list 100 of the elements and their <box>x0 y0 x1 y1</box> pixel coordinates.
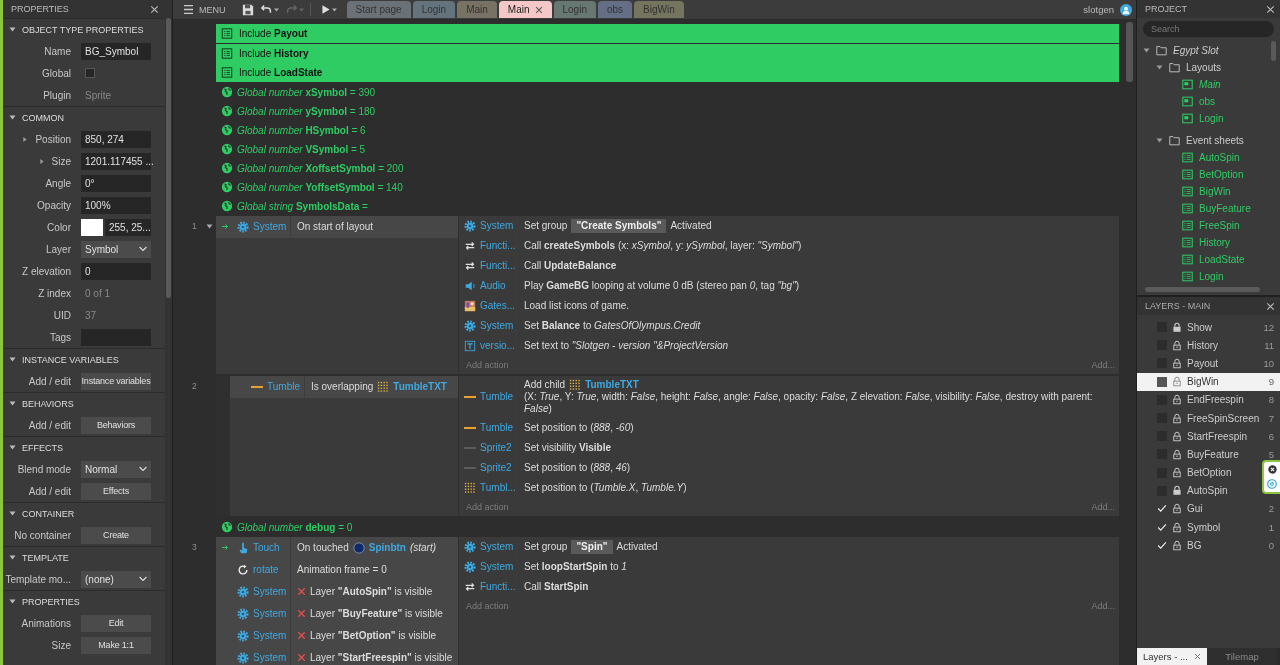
tree-item[interactable]: obs <box>1137 93 1280 110</box>
layer-row[interactable]: FreeSpinScreen 7 <box>1137 408 1280 428</box>
action-row[interactable]: Functi... Call StartSpin <box>459 576 1119 597</box>
condition-row[interactable]: Touch On touched Spinbtn (start) <box>216 536 458 559</box>
quick-menu[interactable] <box>1262 460 1280 494</box>
expand-triangle-icon[interactable] <box>9 554 16 561</box>
expand-triangle-icon[interactable] <box>9 598 16 605</box>
save-icon[interactable] <box>241 3 254 16</box>
text-field[interactable]: 0 <box>81 262 151 280</box>
close-icon[interactable] <box>1266 301 1275 311</box>
open-lock-icon[interactable] <box>1172 394 1182 406</box>
layer-row[interactable]: BG 0 <box>1137 536 1280 555</box>
tree-item[interactable]: Main <box>1137 76 1280 93</box>
scrollbar[interactable] <box>1145 287 1260 292</box>
expand-triangle-icon[interactable] <box>1143 47 1150 54</box>
include-row[interactable]: Include History <box>216 43 1119 63</box>
action-row[interactable]: versio... Set text to "Slotgen - version "&ProjectVersion <box>459 335 1119 356</box>
checkbox[interactable] <box>1157 503 1167 514</box>
expand-triangle-icon[interactable] <box>1156 137 1163 144</box>
text-field[interactable]: 0° <box>81 174 151 192</box>
expand-triangle-icon[interactable] <box>206 222 213 230</box>
scrollbar[interactable] <box>1126 22 1133 82</box>
panel-tab[interactable]: Layers - ... <box>1137 648 1207 665</box>
include-row[interactable]: Include LoadState <box>216 63 1119 82</box>
property-button[interactable]: Instance variables <box>81 372 151 390</box>
action-row[interactable]: Functi... Call createSymbols (x: xSymbol, y: ySymbol, layer: "Symbol") <box>459 235 1119 256</box>
property-button[interactable]: Create <box>81 526 151 544</box>
text-field[interactable]: 850, 274 <box>81 130 151 148</box>
undo-icon[interactable] <box>259 4 273 15</box>
search-field[interactable]: Search <box>1143 21 1274 37</box>
tree-item[interactable]: Layouts <box>1137 59 1280 76</box>
open-lock-icon[interactable] <box>1172 357 1182 369</box>
checkbox[interactable] <box>1157 376 1167 387</box>
action-row[interactable]: Sprite2 Set position to (888, 46) <box>459 457 1119 478</box>
caret-icon[interactable] <box>273 7 279 12</box>
text-field[interactable]: 1201.117455 ... <box>81 152 151 170</box>
layer-row[interactable]: Symbol 1 <box>1137 518 1280 537</box>
expand-triangle-icon[interactable] <box>9 400 16 407</box>
action-row[interactable]: Functi... Call UpdateBalance <box>459 255 1119 276</box>
checkbox[interactable] <box>1157 540 1167 551</box>
action-row[interactable]: System Set Balance to GatesOfOlympus.Credit <box>459 315 1119 336</box>
action-row[interactable]: Tumble Set position to (888, -60) <box>459 417 1119 438</box>
tree-item[interactable]: AutoSpin <box>1137 149 1280 166</box>
panel-tab[interactable]: Tilemap <box>1207 648 1277 665</box>
open-lock-icon[interactable] <box>1172 430 1182 442</box>
action-row[interactable]: Audio Play GameBG looping at volume 0 dB (stereo pan 0, tag "bg") <box>459 275 1119 296</box>
close-icon[interactable] <box>150 4 159 14</box>
tree-item[interactable]: Login <box>1137 110 1280 127</box>
layer-row[interactable]: BigWin 9 <box>1137 372 1280 391</box>
checkbox[interactable] <box>1157 522 1167 533</box>
expand-triangle-icon[interactable] <box>9 26 16 33</box>
property-button[interactable]: Make 1:1 <box>81 636 151 654</box>
open-lock-icon[interactable] <box>1172 503 1182 515</box>
tree-item[interactable]: Egypt Slot <box>1137 42 1280 59</box>
layer-row[interactable]: AutoSpin <box>1137 481 1280 500</box>
layer-row[interactable]: Payout 10 <box>1137 354 1280 373</box>
color-swatch[interactable] <box>81 218 103 236</box>
lock-icon[interactable] <box>1172 485 1182 497</box>
property-button[interactable]: Effects <box>81 482 151 500</box>
open-lock-icon[interactable] <box>1172 339 1182 351</box>
close-icon[interactable] <box>1194 653 1201 660</box>
layer-row[interactable]: Gui 2 <box>1137 499 1280 519</box>
tree-item[interactable]: Event sheets <box>1137 132 1280 149</box>
text-field[interactable]: BG_Symbol <box>81 42 151 60</box>
layer-row[interactable]: History 11 <box>1137 336 1280 355</box>
expand-triangle-icon[interactable] <box>1156 64 1163 71</box>
action-row[interactable]: System Set group "Spin" Activated <box>459 536 1119 557</box>
layer-row[interactable]: Show 12 <box>1137 318 1280 337</box>
lock-icon[interactable] <box>1172 321 1182 333</box>
caret-icon[interactable] <box>331 7 337 12</box>
scrollbar[interactable] <box>166 18 171 298</box>
close-circle-icon[interactable] <box>1267 464 1277 474</box>
action-row[interactable]: Gates... Load list icons of game. <box>459 295 1119 316</box>
scrollbar[interactable] <box>1271 41 1276 61</box>
expand-triangle-icon[interactable] <box>9 114 16 121</box>
tree-item[interactable]: History <box>1137 234 1280 251</box>
open-lock-icon[interactable] <box>1172 448 1182 460</box>
tree-item[interactable]: BetOption <box>1137 166 1280 183</box>
action-row[interactable]: Tumble Add child TumbleTXT (X: True, Y: True, width: False, height: False, angle: False, opacity: False, Z elevation: False, visibility: False, destroy with parent: False) <box>459 375 1119 418</box>
dropdown[interactable]: Normal <box>81 460 151 478</box>
collapse-triangle-icon[interactable] <box>38 157 45 165</box>
action-row[interactable]: Tumbl... Set position to (Tumble.X, Tumble.Y) <box>459 477 1119 498</box>
open-lock-icon[interactable] <box>1172 412 1182 424</box>
expand-triangle-icon[interactable] <box>9 356 16 363</box>
dropdown[interactable]: Symbol <box>81 240 151 258</box>
condition-row[interactable]: System On start of layout <box>216 215 458 238</box>
play-icon[interactable] <box>320 4 331 15</box>
tree-item[interactable]: Login <box>1137 268 1280 285</box>
close-icon[interactable] <box>1266 4 1275 14</box>
menu-button[interactable]: MENU <box>177 3 232 16</box>
text-field[interactable]: 255, 25... <box>105 218 151 236</box>
action-row[interactable]: Sprite2 Set visibility Visible <box>459 437 1119 458</box>
collapse-triangle-icon[interactable] <box>22 135 29 143</box>
open-lock-icon[interactable] <box>1172 467 1182 479</box>
layer-row[interactable]: BetOption <box>1137 463 1280 482</box>
layer-row[interactable]: StartFreespin 6 <box>1137 427 1280 446</box>
property-button[interactable]: Edit <box>81 614 151 632</box>
tree-item[interactable]: FreeSpin <box>1137 217 1280 234</box>
text-field[interactable]: 100% <box>81 196 151 214</box>
action-row[interactable]: System Set group "Create Symbols" Activated <box>459 215 1119 236</box>
